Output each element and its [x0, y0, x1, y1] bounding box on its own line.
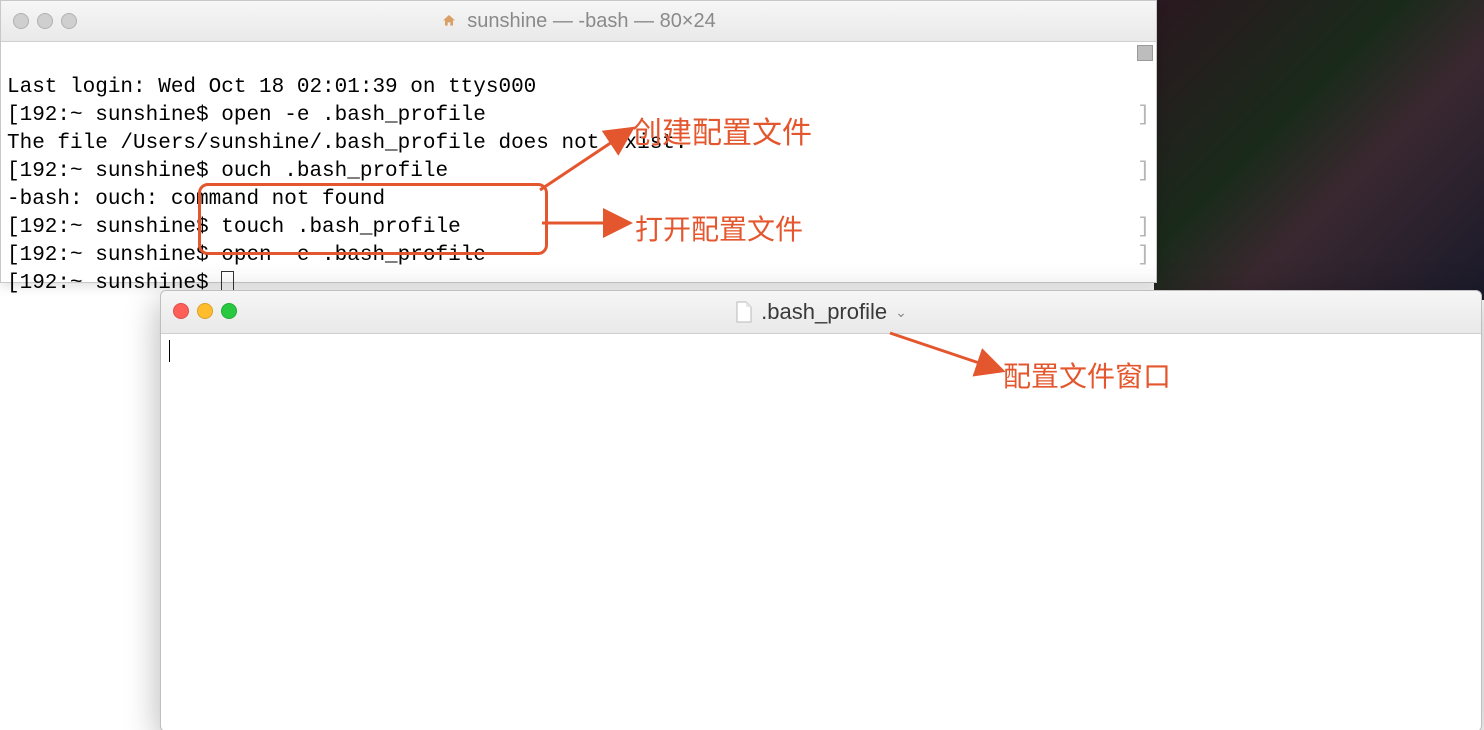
annotation-window: 配置文件窗口 [1003, 355, 1171, 395]
terminal-line: [192:~ sunshine$ open -e .bash_profile [7, 104, 486, 127]
minimize-icon[interactable] [37, 13, 53, 29]
terminal-line: Last login: Wed Oct 18 02:01:39 on ttys0… [7, 76, 536, 99]
home-icon [441, 13, 457, 29]
window-traffic-lights [173, 303, 237, 319]
terminal-titlebar[interactable]: sunshine — -bash — 80×24 [1, 1, 1156, 42]
desktop-wallpaper [1154, 0, 1484, 300]
scrollbar-track[interactable] [1138, 42, 1154, 282]
terminal-title-text: sunshine — -bash — 80×24 [467, 10, 716, 33]
terminal-title: sunshine — -bash — 80×24 [1, 10, 1156, 33]
terminal-line: [192:~ sunshine$ ouch .bash_profile [7, 160, 448, 183]
editor-cursor [169, 340, 170, 362]
window-traffic-lights [13, 13, 77, 29]
textedit-window: .bash_profile ⌄ [160, 290, 1482, 730]
arrow-create-icon [460, 110, 660, 210]
editor-title-text: .bash_profile [761, 299, 887, 325]
annotation-create: 创建配置文件 [632, 108, 812, 152]
zoom-icon[interactable] [221, 303, 237, 319]
annotation-open: 打开配置文件 [635, 208, 803, 248]
editor-title: .bash_profile ⌄ [161, 299, 1481, 325]
editor-titlebar[interactable]: .bash_profile ⌄ [161, 291, 1481, 334]
close-icon[interactable] [173, 303, 189, 319]
chevron-down-icon[interactable]: ⌄ [895, 304, 907, 321]
scrollbar-thumb[interactable] [1137, 45, 1153, 61]
zoom-icon[interactable] [61, 13, 77, 29]
editor-body[interactable] [161, 334, 1481, 373]
close-icon[interactable] [13, 13, 29, 29]
minimize-icon[interactable] [197, 303, 213, 319]
document-icon [735, 301, 753, 323]
